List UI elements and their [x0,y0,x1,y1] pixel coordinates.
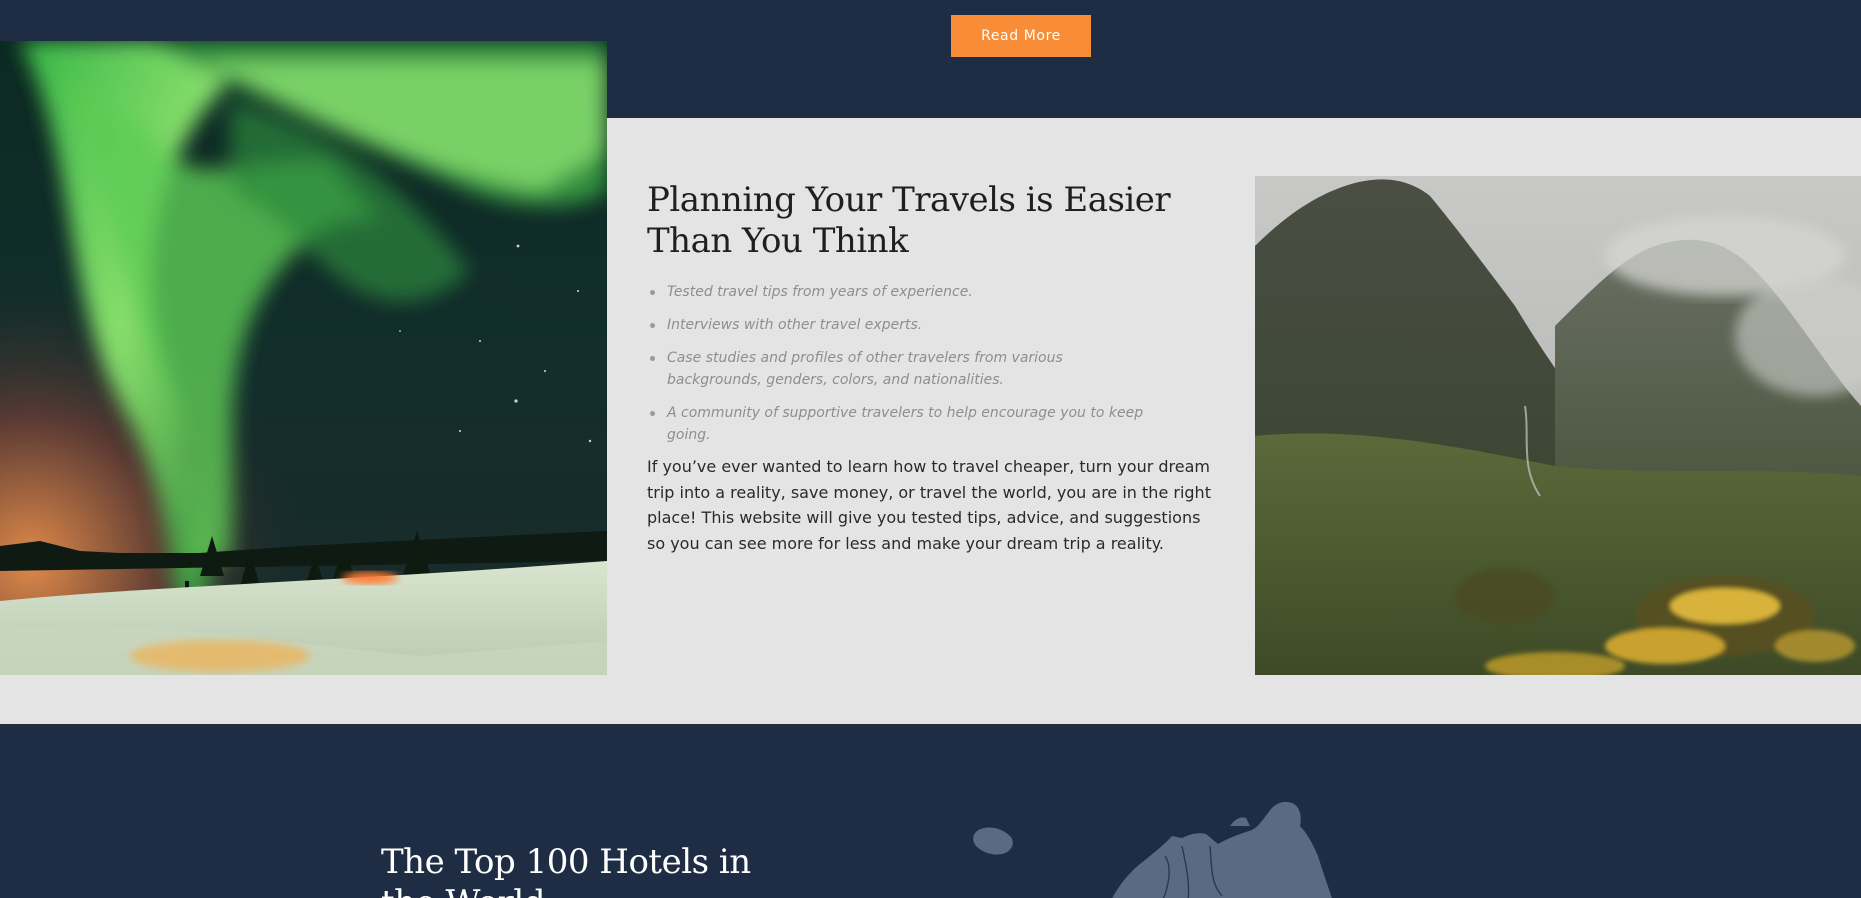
aurora-photo [0,41,607,675]
bullet-dot [650,290,655,295]
list-item-text: Tested travel tips from years of experie… [667,284,973,300]
list-item: Case studies and profiles of other trave… [647,347,1147,391]
bullet-dot [650,411,655,416]
hotels-section: The Top 100 Hotels in the World [0,724,1861,898]
mountains-photo [1255,176,1861,675]
list-item-text: Case studies and profiles of other trave… [667,350,1063,388]
features-list: Tested travel tips from years of experie… [647,281,1147,457]
bullet-dot [650,323,655,328]
list-item: A community of supportive travelers to h… [647,402,1147,446]
hotels-heading: The Top 100 Hotels in the World [381,842,751,898]
list-item-text: A community of supportive travelers to h… [667,405,1144,443]
list-item: Tested travel tips from years of experie… [647,281,1147,303]
list-item-text: Interviews with other travel experts. [667,317,923,333]
intro-paragraph: If you’ve ever wanted to learn how to tr… [647,457,1211,553]
list-item: Interviews with other travel experts. [647,314,1147,336]
bullet-dot [650,356,655,361]
planning-heading: Planning Your Travels is Easier Than You… [647,180,1171,261]
europe-map-image [960,786,1380,898]
read-more-button[interactable]: Read More [951,15,1091,57]
